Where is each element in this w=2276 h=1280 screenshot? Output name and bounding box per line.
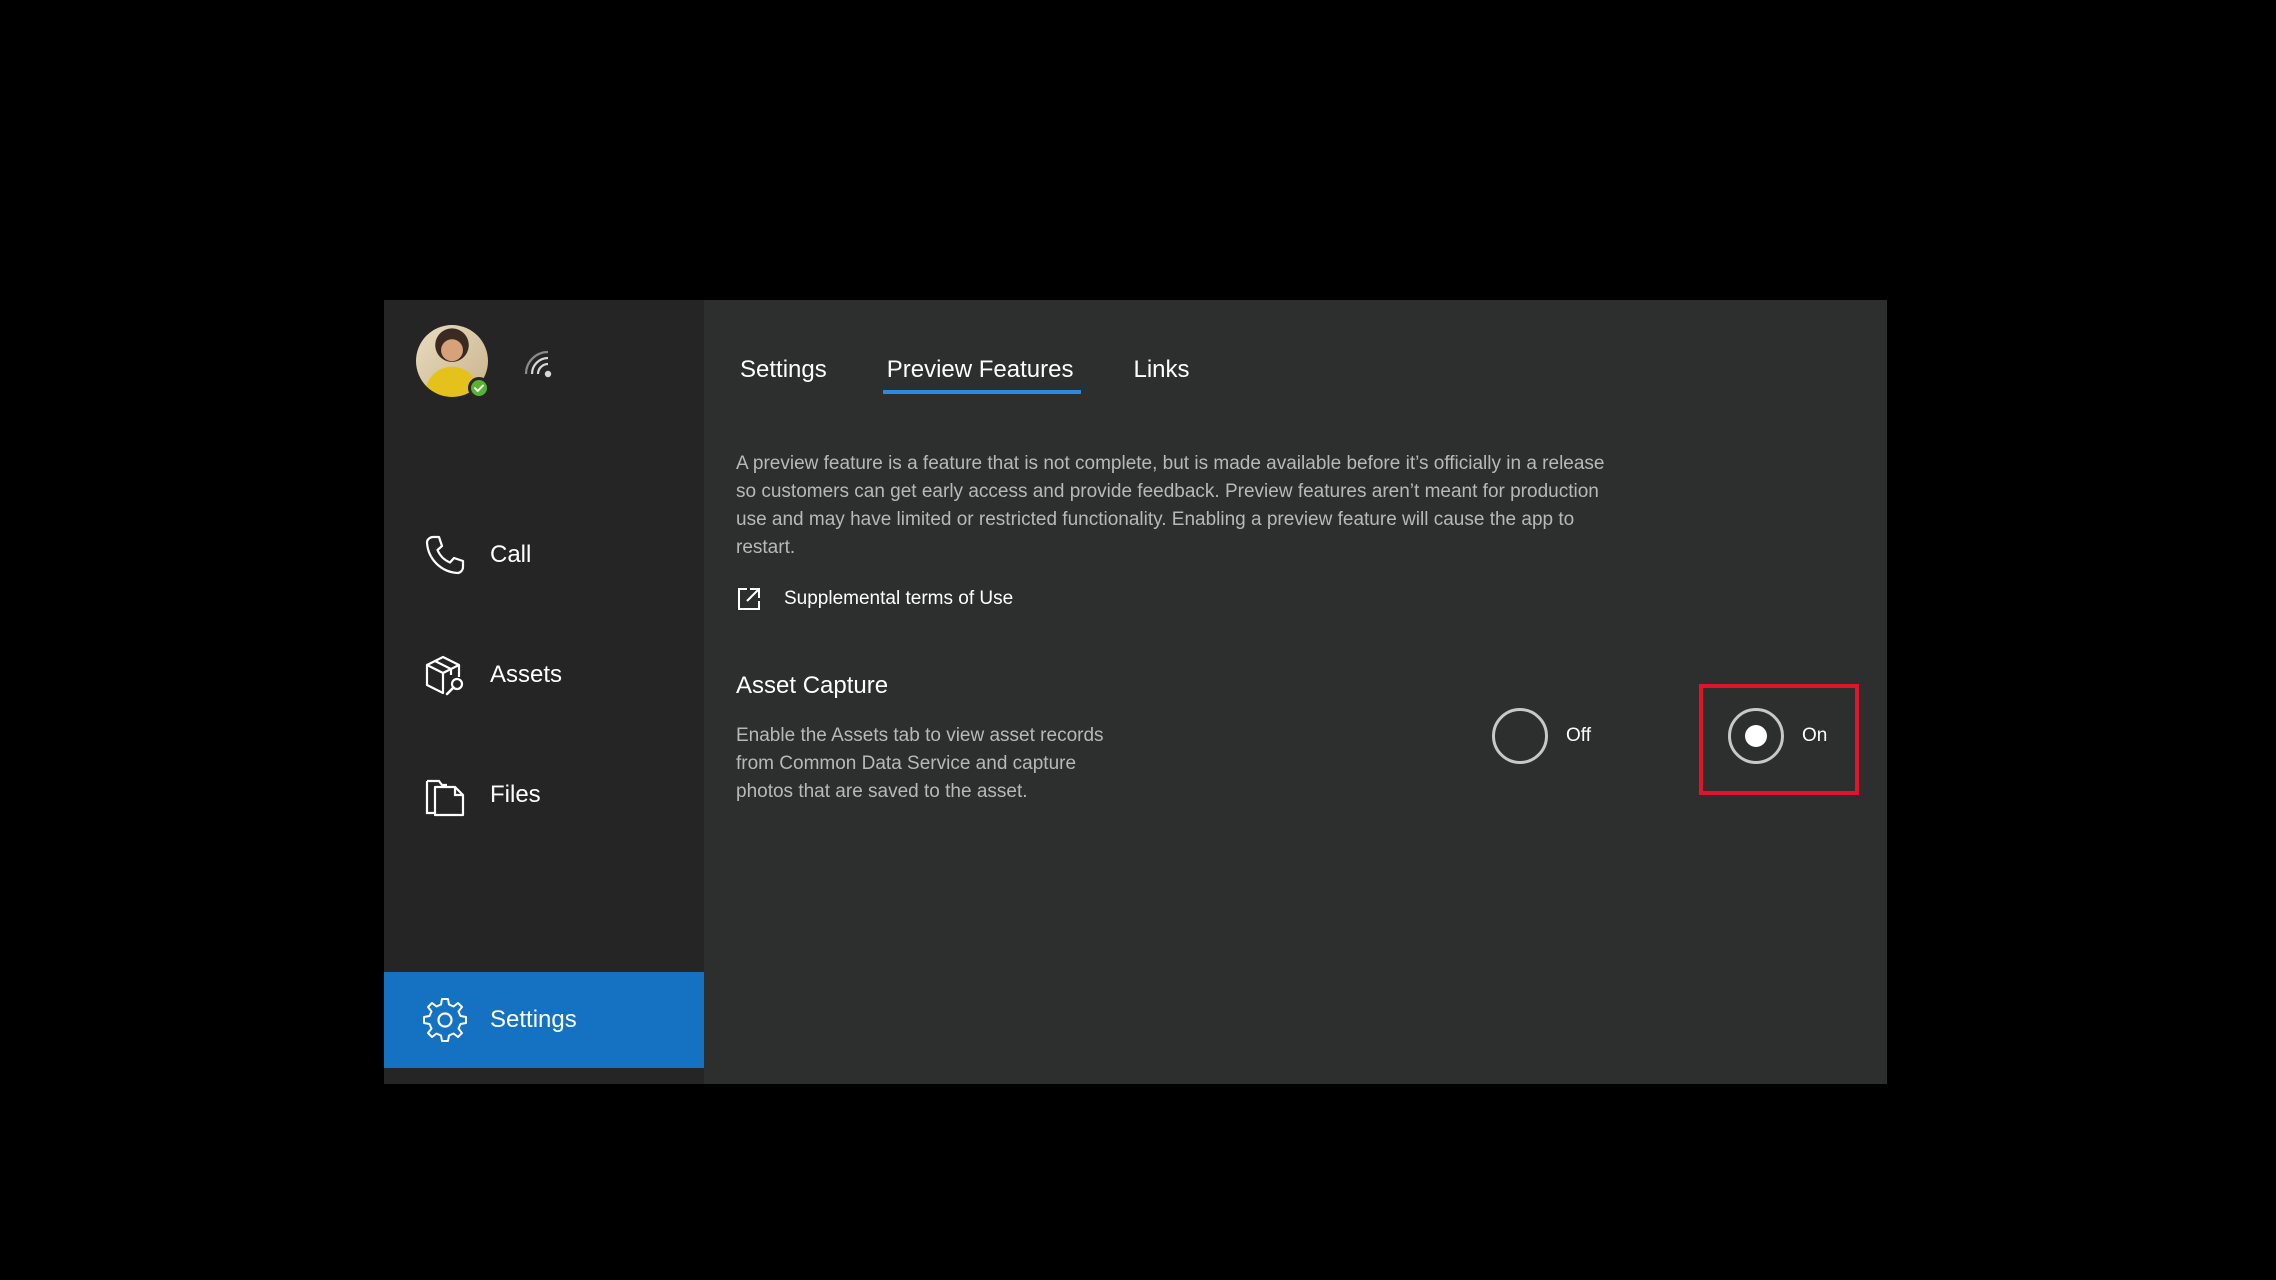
app-window: Call Assets Files Settings Settings Prev… xyxy=(384,300,1887,1084)
radio-circle-off xyxy=(1492,708,1548,764)
sidebar-item-files[interactable]: Files xyxy=(384,747,704,843)
sidebar-item-call[interactable]: Call xyxy=(384,507,704,603)
user-avatar[interactable] xyxy=(416,325,490,399)
phone-icon xyxy=(422,532,468,578)
open-external-icon xyxy=(736,586,762,612)
highlight-box xyxy=(1699,684,1859,795)
preview-description: A preview feature is a feature that is n… xyxy=(736,453,1605,558)
asset-capture-title: Asset Capture xyxy=(736,672,889,699)
terms-link-label: Supplemental terms of Use xyxy=(784,588,1014,609)
sidebar-item-label: Assets xyxy=(490,661,563,688)
supplemental-terms-link[interactable]: Supplemental terms of Use xyxy=(736,586,1013,612)
assets-icon xyxy=(422,652,468,698)
sidebar-item-settings[interactable]: Settings xyxy=(384,972,704,1068)
sidebar-item-label: Files xyxy=(490,781,541,808)
gear-icon xyxy=(422,997,468,1043)
sidebar-item-label: Call xyxy=(490,541,532,568)
connection-signal-icon xyxy=(524,348,558,382)
asset-capture-description: Enable the Assets tab to view asset reco… xyxy=(736,725,1104,802)
tab-bar: Settings Preview Features Links xyxy=(736,352,1246,394)
presence-available-icon xyxy=(468,377,490,399)
radio-label-off: Off xyxy=(1566,725,1591,746)
files-icon xyxy=(422,772,468,818)
tab-settings[interactable]: Settings xyxy=(736,352,831,394)
sidebar-item-label: Settings xyxy=(490,1006,577,1033)
tab-links[interactable]: Links xyxy=(1129,352,1193,394)
main-panel: Settings Preview Features Links A previe… xyxy=(704,300,1887,1084)
tab-preview-features[interactable]: Preview Features xyxy=(882,352,1082,394)
asset-capture-off-radio[interactable]: Off xyxy=(1492,708,1591,764)
sidebar: Call Assets Files Settings xyxy=(384,300,704,1084)
sidebar-item-assets[interactable]: Assets xyxy=(384,627,704,723)
